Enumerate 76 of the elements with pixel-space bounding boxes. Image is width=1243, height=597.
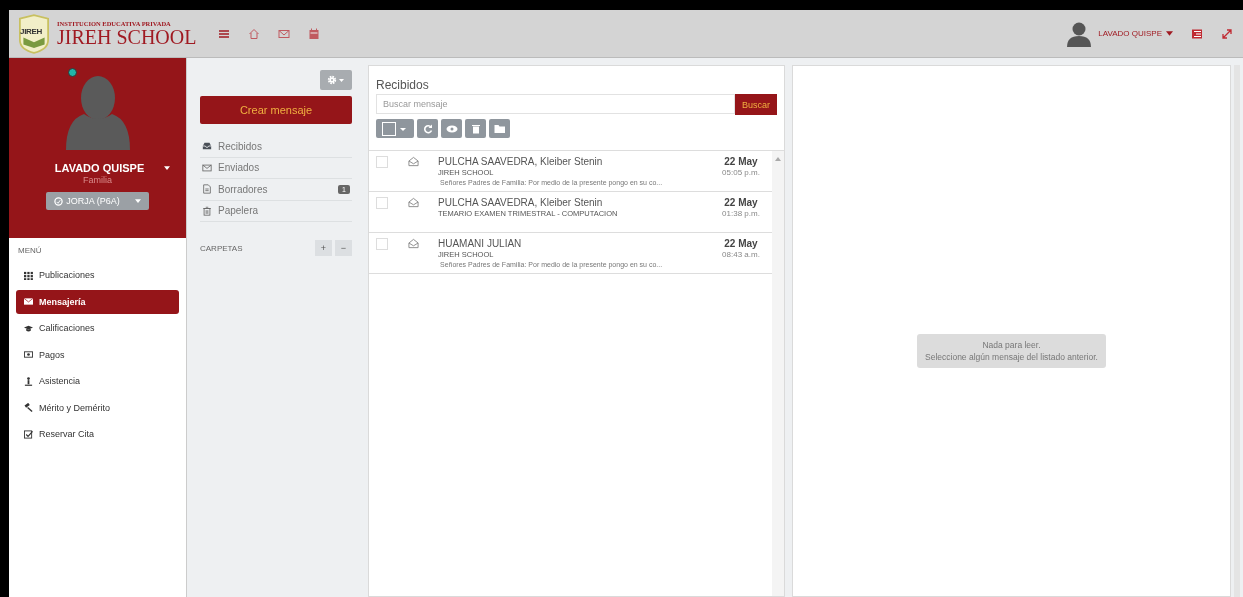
folders-heading: CARPETAS <box>200 243 244 253</box>
cap-icon <box>24 323 33 333</box>
folder-item[interactable]: Papelera <box>200 200 352 222</box>
checkbox[interactable] <box>376 197 388 209</box>
list-icon[interactable] <box>1191 27 1203 40</box>
time-text: 01:38 p.m. <box>722 209 760 218</box>
gear-icon <box>326 75 346 85</box>
folder-item[interactable]: Recibidos <box>200 136 352 158</box>
envelope-icon <box>408 156 419 167</box>
expand-icon[interactable] <box>1221 27 1233 40</box>
folder-icon <box>493 123 506 134</box>
checkbox[interactable] <box>376 156 388 168</box>
select-all-button[interactable] <box>376 119 414 138</box>
person-icon <box>24 376 33 386</box>
notice-text: Seleccione algún mensaje del listado anterior. <box>925 351 1098 363</box>
grid-icon <box>24 270 33 280</box>
profile-name: LAVADO QUISPE <box>54 162 145 174</box>
envelope-icon <box>408 238 419 249</box>
sender-name: PULCHA SAAVEDRA, Kleiber Stenin <box>438 156 604 167</box>
time-text: 08:43 a.m. <box>722 250 760 259</box>
scrollbar[interactable] <box>772 151 784 596</box>
menu-heading: MENÚ <box>17 246 43 255</box>
calendar-icon[interactable] <box>308 27 321 40</box>
search-field[interactable]: Buscar mensaje <box>376 94 735 114</box>
gavel-icon <box>24 403 33 412</box>
home-icon[interactable] <box>248 27 261 40</box>
scroll-up-icon[interactable] <box>775 157 781 161</box>
search-button[interactable]: Buscar <box>735 94 777 115</box>
date-text: 22 May <box>724 197 758 208</box>
caret-icon[interactable] <box>164 166 171 170</box>
inbox-icon <box>202 141 212 152</box>
doc-icon <box>202 184 212 195</box>
user-avatar-icon[interactable] <box>1066 20 1093 47</box>
checkbox-caret-icon <box>382 121 408 136</box>
eye-icon <box>445 124 458 133</box>
remove-folder-button[interactable]: − <box>335 240 352 256</box>
check-icon <box>24 429 33 439</box>
menu-item[interactable]: Reservar Cita <box>16 422 179 446</box>
time-text: 05:05 p.m. <box>722 168 760 177</box>
add-folder-button[interactable]: + <box>315 240 332 256</box>
checkbox[interactable] <box>376 238 388 250</box>
menu-icon[interactable] <box>218 27 231 40</box>
menu-item[interactable]: Mensajería <box>16 289 179 314</box>
trash-icon <box>202 205 212 216</box>
compose-button[interactable]: Crear mensaje <box>200 96 352 124</box>
menu-item[interactable]: Publicaciones <box>16 263 179 287</box>
check-circle-icon <box>54 196 64 206</box>
school-name: JIREH SCHOOL <box>57 27 197 47</box>
settings-button[interactable] <box>320 70 352 90</box>
sender-name: HUAMANI JULIAN <box>438 238 523 249</box>
menu-item[interactable]: Pagos <box>16 342 179 367</box>
money-icon <box>24 350 33 359</box>
envelope-icon <box>202 162 212 173</box>
menu-item[interactable]: Calificaciones <box>16 316 179 340</box>
user-menu[interactable]: LAVADO QUISPE <box>1098 29 1173 38</box>
menu-item[interactable]: Mérito y Demérito <box>16 395 179 420</box>
profile-role: Familia <box>83 175 112 185</box>
envelope-icon <box>408 197 419 208</box>
refresh-icon <box>422 123 433 134</box>
mark-read-button[interactable] <box>441 119 462 138</box>
logo-label: JIREH <box>20 26 43 36</box>
caret-icon <box>1166 31 1173 36</box>
list-title: Recibidos <box>376 78 430 92</box>
caret-icon <box>134 199 141 203</box>
sender-name: PULCHA SAAVEDRA, Kleiber Stenin <box>438 197 604 208</box>
notice-text: Nada para leer. <box>982 339 1041 351</box>
folder-item[interactable]: Enviados <box>200 157 352 179</box>
menu-item[interactable]: Asistencia <box>16 369 179 393</box>
refresh-button[interactable] <box>417 119 438 138</box>
mail-icon[interactable] <box>278 27 291 40</box>
delete-button[interactable] <box>465 119 486 138</box>
move-folder-button[interactable] <box>489 119 510 138</box>
trash-icon <box>470 123 481 134</box>
date-text: 22 May <box>724 156 758 167</box>
date-text: 22 May <box>724 238 758 249</box>
envelope-icon <box>24 297 33 306</box>
